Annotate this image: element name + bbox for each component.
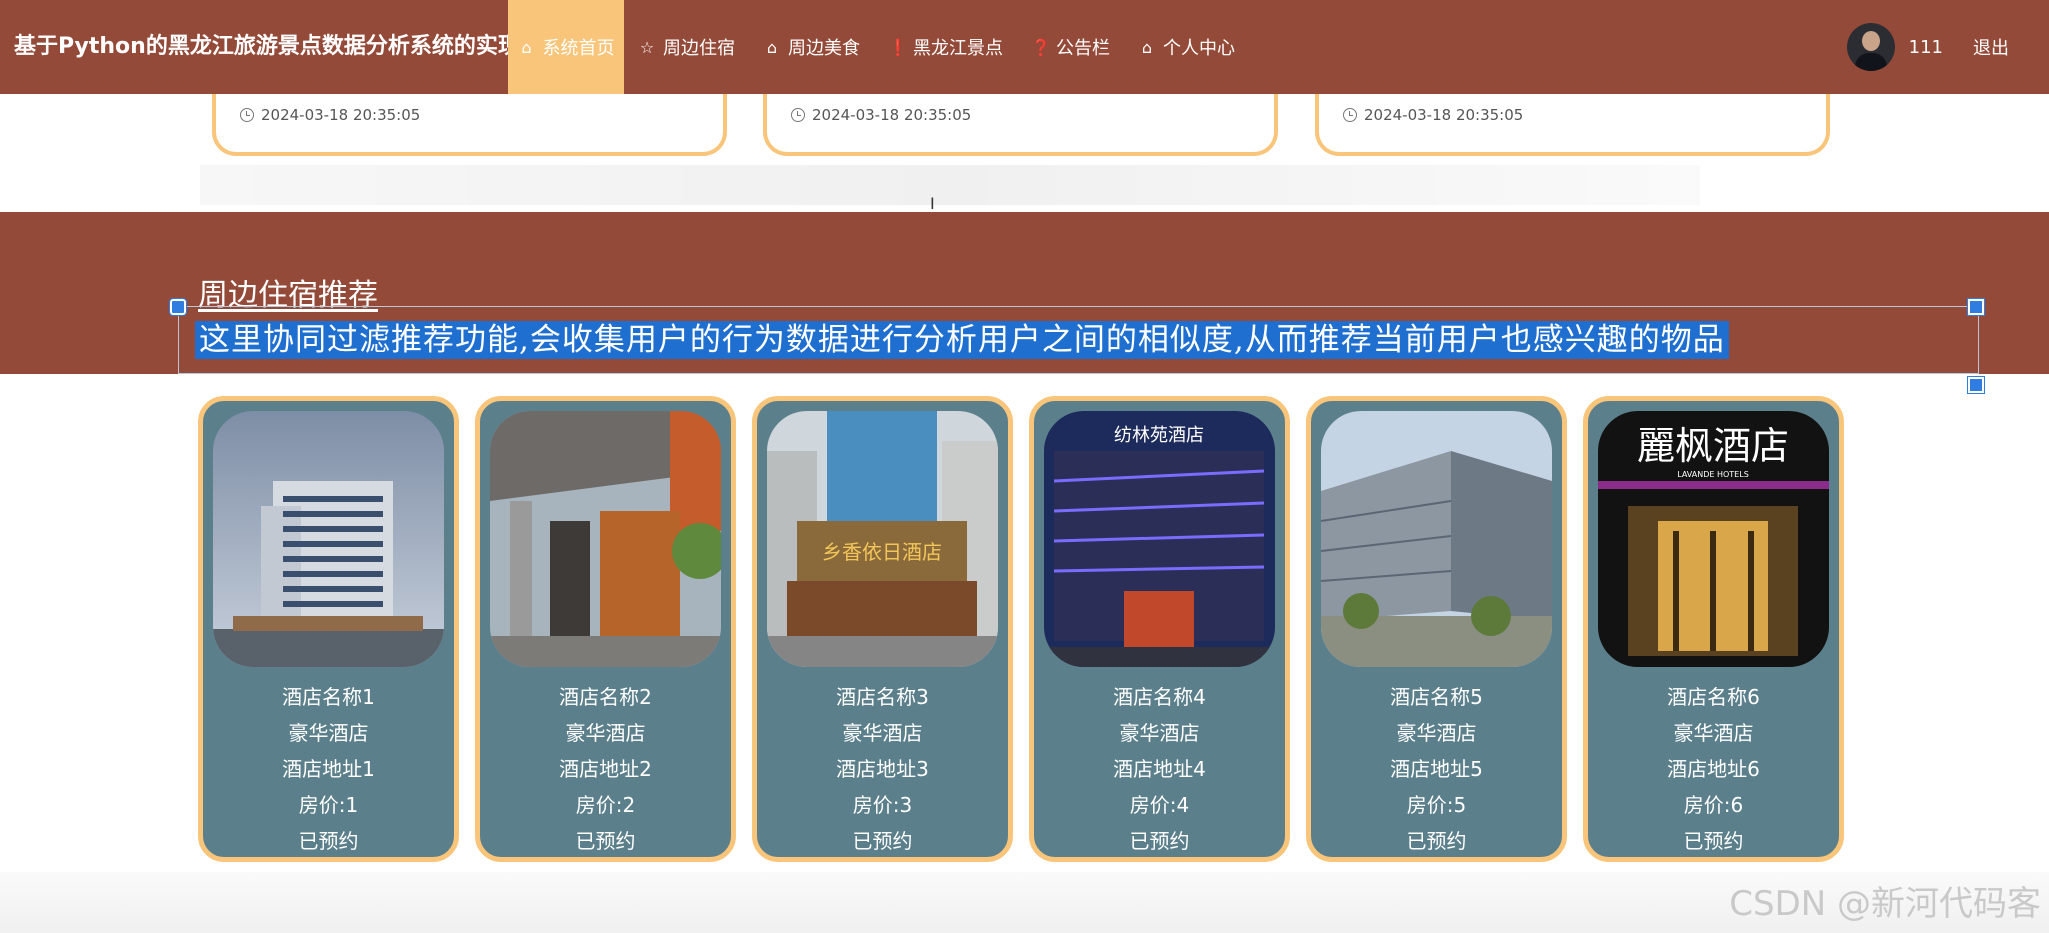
hotel-image: 乡香依日酒店	[767, 411, 998, 667]
hotel-address: 酒店地址2	[559, 757, 652, 781]
nav-item-attractions[interactable]: ❗ 黑龙江景点	[874, 0, 1017, 94]
hotel-info: 酒店名称5 豪华酒店 酒店地址5 房价:5 已预约	[1311, 679, 1562, 859]
news-time: 2024-03-18 20:35:05	[1343, 106, 1523, 124]
hotel-price: 房价:4	[1129, 793, 1190, 817]
hotel-card[interactable]: 麗枫酒店 LAVANDE HOTELS 酒店名称6 豪华酒店 酒店地址6 房价:…	[1583, 396, 1844, 862]
hotel-name: 酒店名称1	[282, 685, 375, 709]
hotel-name: 酒店名称2	[559, 685, 652, 709]
nav-item-lodging[interactable]: ☆ 周边住宿	[624, 0, 749, 94]
nav-item-label: 公告栏	[1056, 38, 1110, 59]
resize-handle-top-left[interactable]	[169, 298, 187, 316]
nav-item-label: 周边美食	[788, 38, 860, 59]
nav-item-label: 个人中心	[1163, 38, 1235, 59]
hotel-image	[490, 411, 721, 667]
clock-icon	[240, 108, 254, 122]
star-icon: ☆	[639, 37, 655, 57]
text-cursor-icon: I	[930, 194, 935, 213]
hotel6-subsign: LAVANDE HOTELS	[1677, 470, 1749, 479]
hotel-address: 酒店地址6	[1667, 757, 1760, 781]
close-handle-icon[interactable]	[1967, 298, 1985, 316]
hotel-info: 酒店名称6 豪华酒店 酒店地址6 房价:6 已预约	[1588, 679, 1839, 859]
hotel-card[interactable]: 酒店名称1 豪华酒店 酒店地址1 房价:1 已预约	[198, 396, 459, 862]
hotel-price: 房价:5	[1406, 793, 1467, 817]
hotel-card[interactable]: 酒店名称5 豪华酒店 酒店地址5 房价:5 已预约	[1306, 396, 1567, 862]
hotel-address: 酒店地址1	[282, 757, 375, 781]
nav-item-home[interactable]: ⌂ 系统首页	[508, 0, 624, 94]
hotel-status: 已预约	[1406, 829, 1467, 853]
hotel-status: 已预约	[1683, 829, 1744, 853]
resize-handle-bottom-right[interactable]	[1967, 376, 1985, 394]
hotel-status: 已预约	[575, 829, 636, 853]
hotel-info: 酒店名称1 豪华酒店 酒店地址1 房价:1 已预约	[203, 679, 454, 859]
news-time-text: 2024-03-18 20:35:05	[812, 106, 972, 124]
news-time: 2024-03-18 20:35:05	[240, 106, 420, 124]
news-time-text: 2024-03-18 20:35:05	[261, 106, 421, 124]
hotel-type: 豪华酒店	[288, 721, 369, 745]
hotel-status: 已预约	[1129, 829, 1190, 853]
hotel-image: 纺林苑酒店	[1044, 411, 1275, 667]
top-navbar: 基于Python的黑龙江旅游景点数据分析系统的实现 ⌂ 系统首页 ☆ 周边住宿 …	[0, 0, 2049, 94]
hotel-price: 房价:6	[1683, 793, 1744, 817]
hotel6-sign: 麗枫酒店	[1637, 424, 1789, 468]
clock-icon	[791, 108, 805, 122]
site-title: 基于Python的黑龙江旅游景点数据分析系统的实现	[14, 34, 512, 59]
nav-item-label: 周边住宿	[663, 38, 735, 59]
hotel-info: 酒店名称4 豪华酒店 酒店地址4 房价:4 已预约	[1034, 679, 1285, 859]
home-outline-icon: ⌂	[1141, 37, 1153, 57]
nav-item-label: 黑龙江景点	[913, 38, 1003, 59]
hotel-type: 豪华酒店	[842, 721, 923, 745]
question-icon: ❓	[1031, 37, 1051, 57]
home-icon: ⌂	[521, 37, 532, 57]
hotel-status: 已预约	[852, 829, 913, 853]
hotel-price: 房价:3	[852, 793, 913, 817]
clock-icon	[1343, 108, 1357, 122]
hotel-card[interactable]: 乡香依日酒店 酒店名称3 豪华酒店 酒店地址3 房价:3 已预约	[752, 396, 1013, 862]
bag-icon: ⌂	[766, 37, 778, 57]
hotel-type: 豪华酒店	[565, 721, 646, 745]
avatar[interactable]	[1846, 23, 1895, 71]
hotel-address: 酒店地址3	[836, 757, 929, 781]
watermark: CSDN @新河代码客	[1729, 884, 2041, 924]
username[interactable]: 111	[1909, 37, 1943, 58]
news-time: 2024-03-18 20:35:05	[791, 106, 971, 124]
main-nav: ⌂ 系统首页 ☆ 周边住宿 ⌂ 周边美食 ❗ 黑龙江景点 ❓ 公告栏 ⌂ 个人中…	[508, 0, 1249, 94]
user-area: 111 退出	[1846, 0, 2049, 94]
logout-button[interactable]: 退出	[1973, 34, 2009, 60]
hotel3-sign: 乡香依日酒店	[822, 540, 942, 564]
hotel-info: 酒店名称2 豪华酒店 酒店地址2 房价:2 已预约	[480, 679, 731, 859]
hotel-card[interactable]: 酒店名称2 豪华酒店 酒店地址2 房价:2 已预约	[475, 396, 736, 862]
news-time-text: 2024-03-18 20:35:05	[1364, 106, 1524, 124]
nav-item-food[interactable]: ⌂ 周边美食	[749, 0, 874, 94]
hotel-list: 酒店名称1 豪华酒店 酒店地址1 房价:1 已预约 酒店名称2 豪华酒店 酒店地…	[198, 396, 1844, 862]
hotel-status: 已预约	[298, 829, 359, 853]
hotel4-sign: 纺林苑酒店	[1114, 425, 1204, 446]
hotel-type: 豪华酒店	[1673, 721, 1754, 745]
hotel-image	[213, 411, 444, 667]
section-description: 这里协同过滤推荐功能,会收集用户的行为数据进行分析用户之间的相似度,从而推荐当前…	[195, 321, 1729, 359]
hotel-type: 豪华酒店	[1396, 721, 1477, 745]
hotel-address: 酒店地址4	[1113, 757, 1206, 781]
hotel-name: 酒店名称5	[1390, 685, 1483, 709]
nav-item-profile[interactable]: ⌂ 个人中心	[1124, 0, 1249, 94]
hotel-card[interactable]: 纺林苑酒店 酒店名称4 豪华酒店 酒店地址4 房价:4 已预约	[1029, 396, 1290, 862]
description-box[interactable]: 这里协同过滤推荐功能,会收集用户的行为数据进行分析用户之间的相似度,从而推荐当前…	[178, 306, 1979, 374]
hotel-image: 麗枫酒店 LAVANDE HOTELS	[1598, 411, 1829, 667]
info-icon: ❗	[888, 37, 908, 57]
hotel-price: 房价:1	[298, 793, 359, 817]
nav-item-label: 系统首页	[542, 38, 615, 59]
hotel-name: 酒店名称6	[1667, 685, 1760, 709]
hotel-info: 酒店名称3 豪华酒店 酒店地址3 房价:3 已预约	[757, 679, 1008, 859]
hotel-name: 酒店名称4	[1113, 685, 1206, 709]
hotel-image	[1321, 411, 1552, 667]
faded-background-strip	[200, 165, 1700, 205]
hotel-price: 房价:2	[575, 793, 636, 817]
hotel-type: 豪华酒店	[1119, 721, 1200, 745]
hotel-address: 酒店地址5	[1390, 757, 1483, 781]
nav-item-notices[interactable]: ❓ 公告栏	[1017, 0, 1124, 94]
hotel-name: 酒店名称3	[836, 685, 929, 709]
